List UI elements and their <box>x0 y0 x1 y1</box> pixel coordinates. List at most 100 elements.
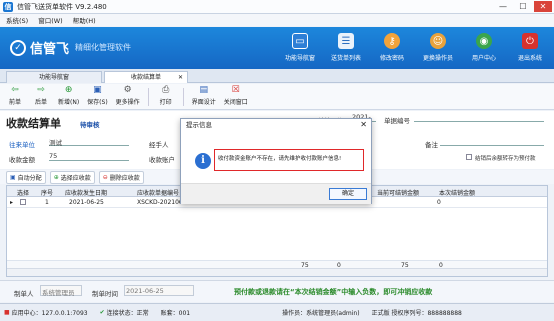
col-select[interactable]: 选择 <box>17 188 29 197</box>
nav-user-center[interactable]: ◉ 用户中心 <box>466 33 502 62</box>
select-receivable-button[interactable]: ⊕ 选择应收款 <box>49 170 95 184</box>
auto-icon: ▣ <box>10 173 16 181</box>
row-pointer-icon: ▸ <box>10 199 14 206</box>
toolbar-label: 打印 <box>159 99 172 106</box>
refund-notice: 预付款或退款请在“本次结销金额”中输入负数，即可冲销应收款 <box>234 288 433 296</box>
prepay-checkbox[interactable] <box>466 154 472 160</box>
maketime-field: 2021-06-25 <box>124 285 194 296</box>
brand-name: 信管飞 <box>30 42 70 57</box>
monitor-icon: ▭ <box>292 33 308 49</box>
nav-label: 修改密码 <box>379 55 404 62</box>
form-status: 待审核 <box>80 121 100 129</box>
info-icon: i <box>195 153 211 169</box>
delete-receivable-button[interactable]: ⊖ 删除应收款 <box>98 170 144 184</box>
status-bar: ■ 应用中心：127.0.0.1:7093 ✔ 连接状态：正常 账套：001 操作员… <box>0 303 554 321</box>
col-code[interactable]: 应收款单据编号 <box>137 188 179 197</box>
toolbar-divider <box>147 88 149 106</box>
minus-circle-icon: ⊖ <box>102 173 108 181</box>
remark-label: 备注 <box>425 141 438 149</box>
info-dialog: 提示信息 ✕ i 收付款资金账户不存在，请先维护收付款账户信息! 确定 <box>180 118 372 204</box>
amount-value: 75 <box>49 152 58 160</box>
prepay-label: 结销后余额转存为预付款 <box>475 156 536 162</box>
menu-help[interactable]: 帮助(H) <box>73 15 96 25</box>
tab-close-icon[interactable]: ✕ <box>178 72 183 84</box>
nav-exit-system[interactable]: ⏻ 退出系统 <box>512 33 548 62</box>
nav-function-window[interactable]: ▭ 功能导航窗 <box>282 33 318 62</box>
globe-icon: ◉ <box>476 33 492 49</box>
amount-field[interactable]: 75 <box>49 152 129 161</box>
maker-field: 系统管理员 <box>40 285 82 297</box>
close-window-button[interactable]: ✕ <box>534 1 552 12</box>
maximize-button[interactable]: ☐ <box>514 1 532 12</box>
cell-no: 1 <box>45 199 49 206</box>
customer-value: 测试 <box>49 139 62 147</box>
nav-change-password[interactable]: ⚷ 修改密码 <box>374 33 410 62</box>
new-button[interactable]: ⊕ 新增(N) <box>58 85 79 109</box>
minimize-button[interactable]: — <box>494 1 512 12</box>
nav-label: 用户中心 <box>471 55 496 62</box>
col-no[interactable]: 序号 <box>41 188 53 197</box>
toolbar-label: 关闭窗口 <box>223 99 248 106</box>
menu-system[interactable]: 系统(S) <box>6 15 28 25</box>
col-current[interactable]: 当前可结销金额 <box>377 188 419 197</box>
close-box-icon: ☒ <box>231 85 240 95</box>
arrow-right-icon: ⇨ <box>37 85 45 95</box>
brand-mark-icon: ✓ <box>10 39 26 56</box>
status-text: 连接状态：正常 <box>106 310 149 317</box>
toolbar-label: 新增(N) <box>58 99 80 106</box>
action-label: 删除应收款 <box>109 174 140 182</box>
dialog-footer: 确定 <box>181 183 371 204</box>
tab-label: 收款结算单 <box>130 74 161 81</box>
status-license: 正式版 授权序列号：888888888 <box>371 310 462 317</box>
status-operator: 操作员：系统管理员(admin) <box>282 310 360 317</box>
form-title: 收款结算单 <box>6 117 61 130</box>
app-logo-icon: 信 <box>3 1 13 12</box>
nav-label: 退出系统 <box>517 55 542 62</box>
prev-doc-button[interactable]: ⇦ 前单 <box>6 85 24 109</box>
menu-bar: 系统(S) 窗口(W) 帮助(H) <box>0 14 554 26</box>
close-window-tool-button[interactable]: ☒ 关闭窗口 <box>224 85 248 109</box>
toolbar: ⇦ 前单 ⇨ 后单 ⊕ 新增(N) ▣ 保存(S) ⚙ 更多操作 ⎙ 打印 ▤ 界面设计 ☒ 关… <box>0 84 554 110</box>
cell-amount[interactable]: 0 <box>437 199 441 206</box>
number-label: 单据编号 <box>384 117 410 125</box>
amount-label: 收款金额 <box>9 156 35 164</box>
plus-circle-icon: ⊕ <box>53 173 59 181</box>
account-label: 收款账户 <box>149 156 175 164</box>
save-button[interactable]: ▣ 保存(S) <box>87 85 108 109</box>
tab-receipt-settlement[interactable]: 收款结算单 ✕ <box>104 71 188 83</box>
tab-function-window[interactable]: 功能导航窗 <box>6 71 102 83</box>
tab-bar: 功能导航窗 收款结算单 ✕ <box>0 69 554 83</box>
status-text: 应用中心：127.0.0.1:7093 <box>11 310 88 317</box>
action-label: 选择应收款 <box>60 174 91 182</box>
arrow-left-icon: ⇦ <box>11 85 19 95</box>
row-checkbox[interactable] <box>20 199 26 205</box>
maketime-label: 制单时间 <box>92 290 118 298</box>
more-actions-button[interactable]: ⚙ 更多操作 <box>116 85 140 109</box>
nav-label: 功能导航窗 <box>284 55 315 62</box>
toolbar-label: 前单 <box>8 99 21 106</box>
brand-logo: ✓ 信管飞 精细化管理软件 <box>10 38 131 57</box>
printer-icon: ⎙ <box>162 85 170 95</box>
nav-switch-operator[interactable]: ☺ 更换操作员 <box>420 33 456 62</box>
tab-label: 功能导航窗 <box>38 74 69 81</box>
layout-icon: ▤ <box>199 85 208 95</box>
auto-allocate-button[interactable]: ▣ 自动分配 <box>6 170 46 184</box>
customer-field[interactable]: 测试 <box>49 137 129 147</box>
status-app-center: ■ 应用中心：127.0.0.1:7093 <box>4 308 88 317</box>
ui-design-button[interactable]: ▤ 界面设计 <box>192 85 216 109</box>
nav-delivery-list[interactable]: ☰ 送货单列表 <box>328 33 364 62</box>
plus-icon: ⊕ <box>64 85 73 95</box>
col-date[interactable]: 应收款发生日期 <box>65 188 107 197</box>
col-amount[interactable]: 本次结销金额 <box>439 188 475 197</box>
dialog-message: 收付款资金账户不存在，请先维护收付款账户信息! <box>214 149 364 171</box>
print-button[interactable]: ⎙ 打印 <box>157 85 175 109</box>
menu-window[interactable]: 窗口(W) <box>38 15 63 25</box>
horizontal-scrollbar[interactable] <box>7 268 547 276</box>
remark-field[interactable] <box>440 137 544 146</box>
ok-button[interactable]: 确定 <box>329 188 367 200</box>
user-icon: ☺ <box>430 33 446 49</box>
dialog-close-icon[interactable]: ✕ <box>360 119 367 131</box>
customer-label: 往来单位 <box>9 141 35 149</box>
next-doc-button[interactable]: ⇨ 后单 <box>32 85 50 109</box>
number-field[interactable] <box>414 113 544 122</box>
